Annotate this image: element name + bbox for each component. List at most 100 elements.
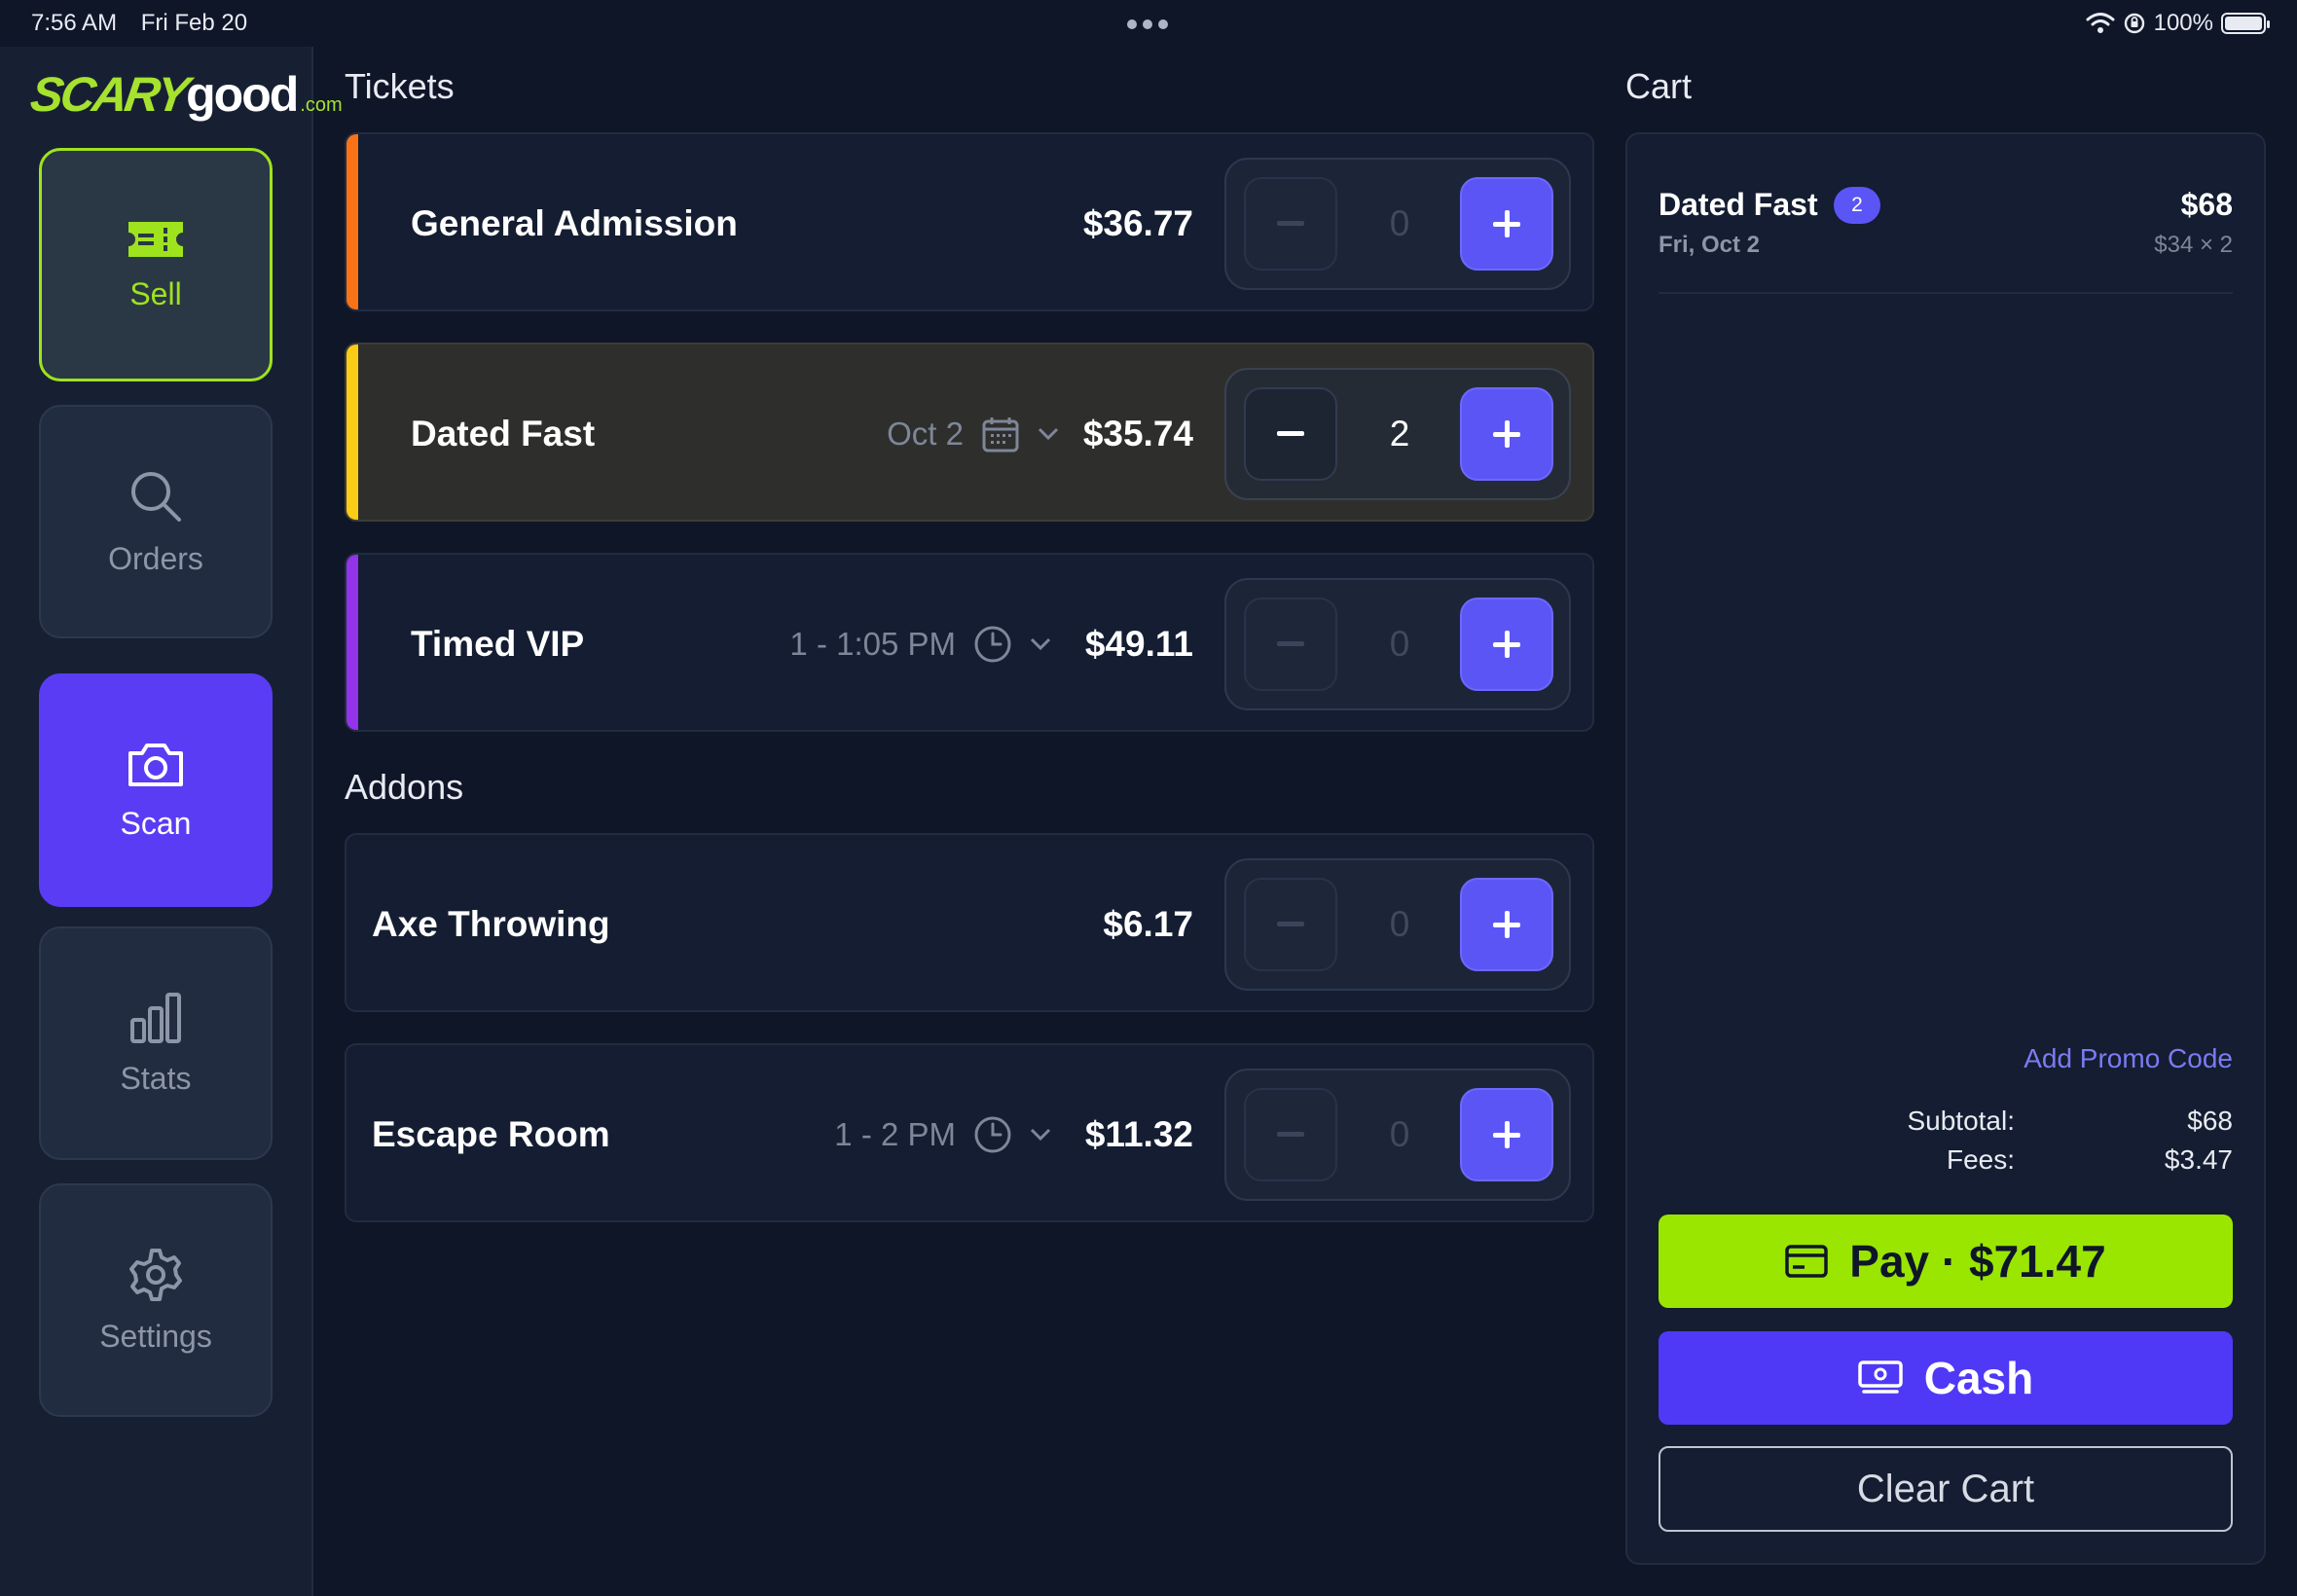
addon-price: $11.32 (1084, 1114, 1193, 1154)
cart-item-name: Dated Fast (1659, 187, 1818, 222)
addon-price: $6.17 (1103, 904, 1193, 944)
status-bar: 7:56 AM Fri Feb 20 100% (0, 0, 2297, 47)
increment-button[interactable] (1460, 1088, 1553, 1181)
addons-section-title: Addons (345, 767, 464, 807)
minus-icon (1277, 641, 1304, 646)
pos-screen: 7:56 AM Fri Feb 20 100% SCARY good .com (0, 0, 2297, 1596)
wifi-icon (2086, 13, 2115, 33)
bar-chart-icon (130, 992, 181, 1043)
plus-icon (1493, 631, 1520, 658)
ticket-icon (128, 221, 183, 257)
add-promo-code-link[interactable]: Add Promo Code (2024, 1043, 2233, 1074)
cart-item-breakdown: $34 × 2 (2154, 232, 2233, 258)
decrement-button[interactable] (1244, 177, 1337, 271)
date-picker[interactable]: Oct 2 (887, 345, 1059, 520)
cash-button[interactable]: Cash (1659, 1331, 2233, 1425)
increment-button[interactable] (1460, 177, 1553, 271)
camera-icon (128, 743, 183, 786)
increment-button[interactable] (1460, 598, 1553, 691)
plus-icon (1493, 420, 1520, 448)
ticket-price: $36.77 (1082, 203, 1193, 243)
gear-icon (129, 1248, 182, 1301)
time-picker[interactable]: 1 - 2 PM (834, 1045, 1051, 1220)
chevron-down-icon (1038, 427, 1059, 441)
orientation-lock-icon (2124, 13, 2144, 34)
nav-orders-label: Orders (108, 540, 203, 576)
addon-row-escape-room: Escape Room 1 - 2 PM $11.32 0 (345, 1043, 1594, 1222)
addon-row-axe-throwing: Axe Throwing $6.17 0 (345, 833, 1594, 1012)
quantity-stepper: 0 (1224, 858, 1571, 991)
plus-icon (1493, 911, 1520, 938)
subtotal-label: Subtotal: (1907, 1106, 2015, 1136)
ticket-name: General Admission (411, 203, 738, 243)
ticket-row-general-admission: General Admission $36.77 0 (345, 132, 1594, 311)
credit-card-icon (1785, 1245, 1829, 1278)
quantity-value: 0 (1389, 203, 1410, 243)
row-accent (346, 345, 358, 520)
decrement-button[interactable] (1244, 1088, 1337, 1181)
fees-value: $3.47 (2164, 1144, 2233, 1175)
nav-settings-button[interactable]: Settings (39, 1183, 273, 1417)
ticket-name: Dated Fast (411, 414, 596, 453)
increment-button[interactable] (1460, 387, 1553, 481)
quantity-value: 0 (1389, 904, 1410, 944)
plus-icon (1493, 1121, 1520, 1148)
minus-icon (1277, 221, 1304, 226)
nav-orders-button[interactable]: Orders (39, 405, 273, 638)
nav-sell-button[interactable]: Sell (39, 148, 273, 381)
nav-stats-button[interactable]: Stats (39, 926, 273, 1160)
subtotal-value: $68 (2187, 1106, 2233, 1136)
search-icon (131, 471, 181, 522)
decrement-button[interactable] (1244, 878, 1337, 971)
nav-settings-label: Settings (99, 1318, 212, 1354)
cart-item-total: $68 (2180, 187, 2233, 222)
nav-scan-label: Scan (120, 805, 192, 841)
decrement-button[interactable] (1244, 387, 1337, 481)
clear-cart-button[interactable]: Clear Cart (1659, 1446, 2233, 1532)
quantity-stepper: 2 (1224, 368, 1571, 500)
cart-item-count-badge: 2 (1834, 187, 1880, 224)
selected-time: 1 - 1:05 PM (789, 626, 956, 662)
increment-button[interactable] (1460, 878, 1553, 971)
quantity-stepper: 0 (1224, 1069, 1571, 1201)
time-picker[interactable]: 1 - 1:05 PM (789, 555, 1051, 730)
selected-date: Oct 2 (887, 416, 964, 452)
tickets-section-title: Tickets (345, 66, 455, 106)
pay-button[interactable]: Pay · $71.47 (1659, 1215, 2233, 1308)
sidebar: SCARY good .com Sell Orders Scan Stats S… (0, 47, 343, 1596)
quantity-stepper: 0 (1224, 158, 1571, 290)
selected-time: 1 - 2 PM (834, 1116, 956, 1152)
nav-stats-label: Stats (120, 1060, 192, 1096)
minus-icon (1277, 922, 1304, 926)
minus-icon (1277, 1132, 1304, 1137)
ticket-price: $35.74 (1082, 414, 1193, 453)
quantity-value: 2 (1389, 414, 1410, 453)
banknote-icon (1858, 1360, 1903, 1394)
row-accent (346, 134, 358, 309)
addon-name: Axe Throwing (372, 904, 610, 944)
decrement-button[interactable] (1244, 598, 1337, 691)
cash-button-label: Cash (1923, 1353, 2034, 1403)
status-time: 7:56 AM (31, 10, 118, 36)
plus-icon (1493, 210, 1520, 237)
multitasking-dots-icon[interactable] (1127, 19, 1168, 29)
clock-icon (974, 626, 1011, 663)
cart-title: Cart (1625, 66, 1693, 106)
battery-icon (2221, 13, 2270, 34)
pay-button-label: Pay · $71.47 (1849, 1236, 2106, 1287)
nav-sell-label: Sell (129, 275, 182, 311)
row-accent (346, 555, 358, 730)
cart-item-date: Fri, Oct 2 (1659, 232, 1761, 258)
scarygood-logo: SCARY good .com (27, 67, 343, 122)
quantity-stepper: 0 (1224, 578, 1571, 710)
battery-percent: 100% (2153, 10, 2213, 36)
ticket-price: $49.11 (1084, 624, 1193, 664)
ticket-row-timed-vip: Timed VIP 1 - 1:05 PM $49.11 0 (345, 553, 1594, 732)
fees-label: Fees: (1946, 1144, 2015, 1175)
chevron-down-icon (1030, 1128, 1051, 1142)
nav-scan-button[interactable]: Scan (39, 673, 273, 907)
divider (1659, 292, 2233, 294)
clock-icon (974, 1116, 1011, 1153)
status-date: Fri Feb 20 (140, 10, 248, 36)
ticket-name: Timed VIP (411, 624, 585, 664)
